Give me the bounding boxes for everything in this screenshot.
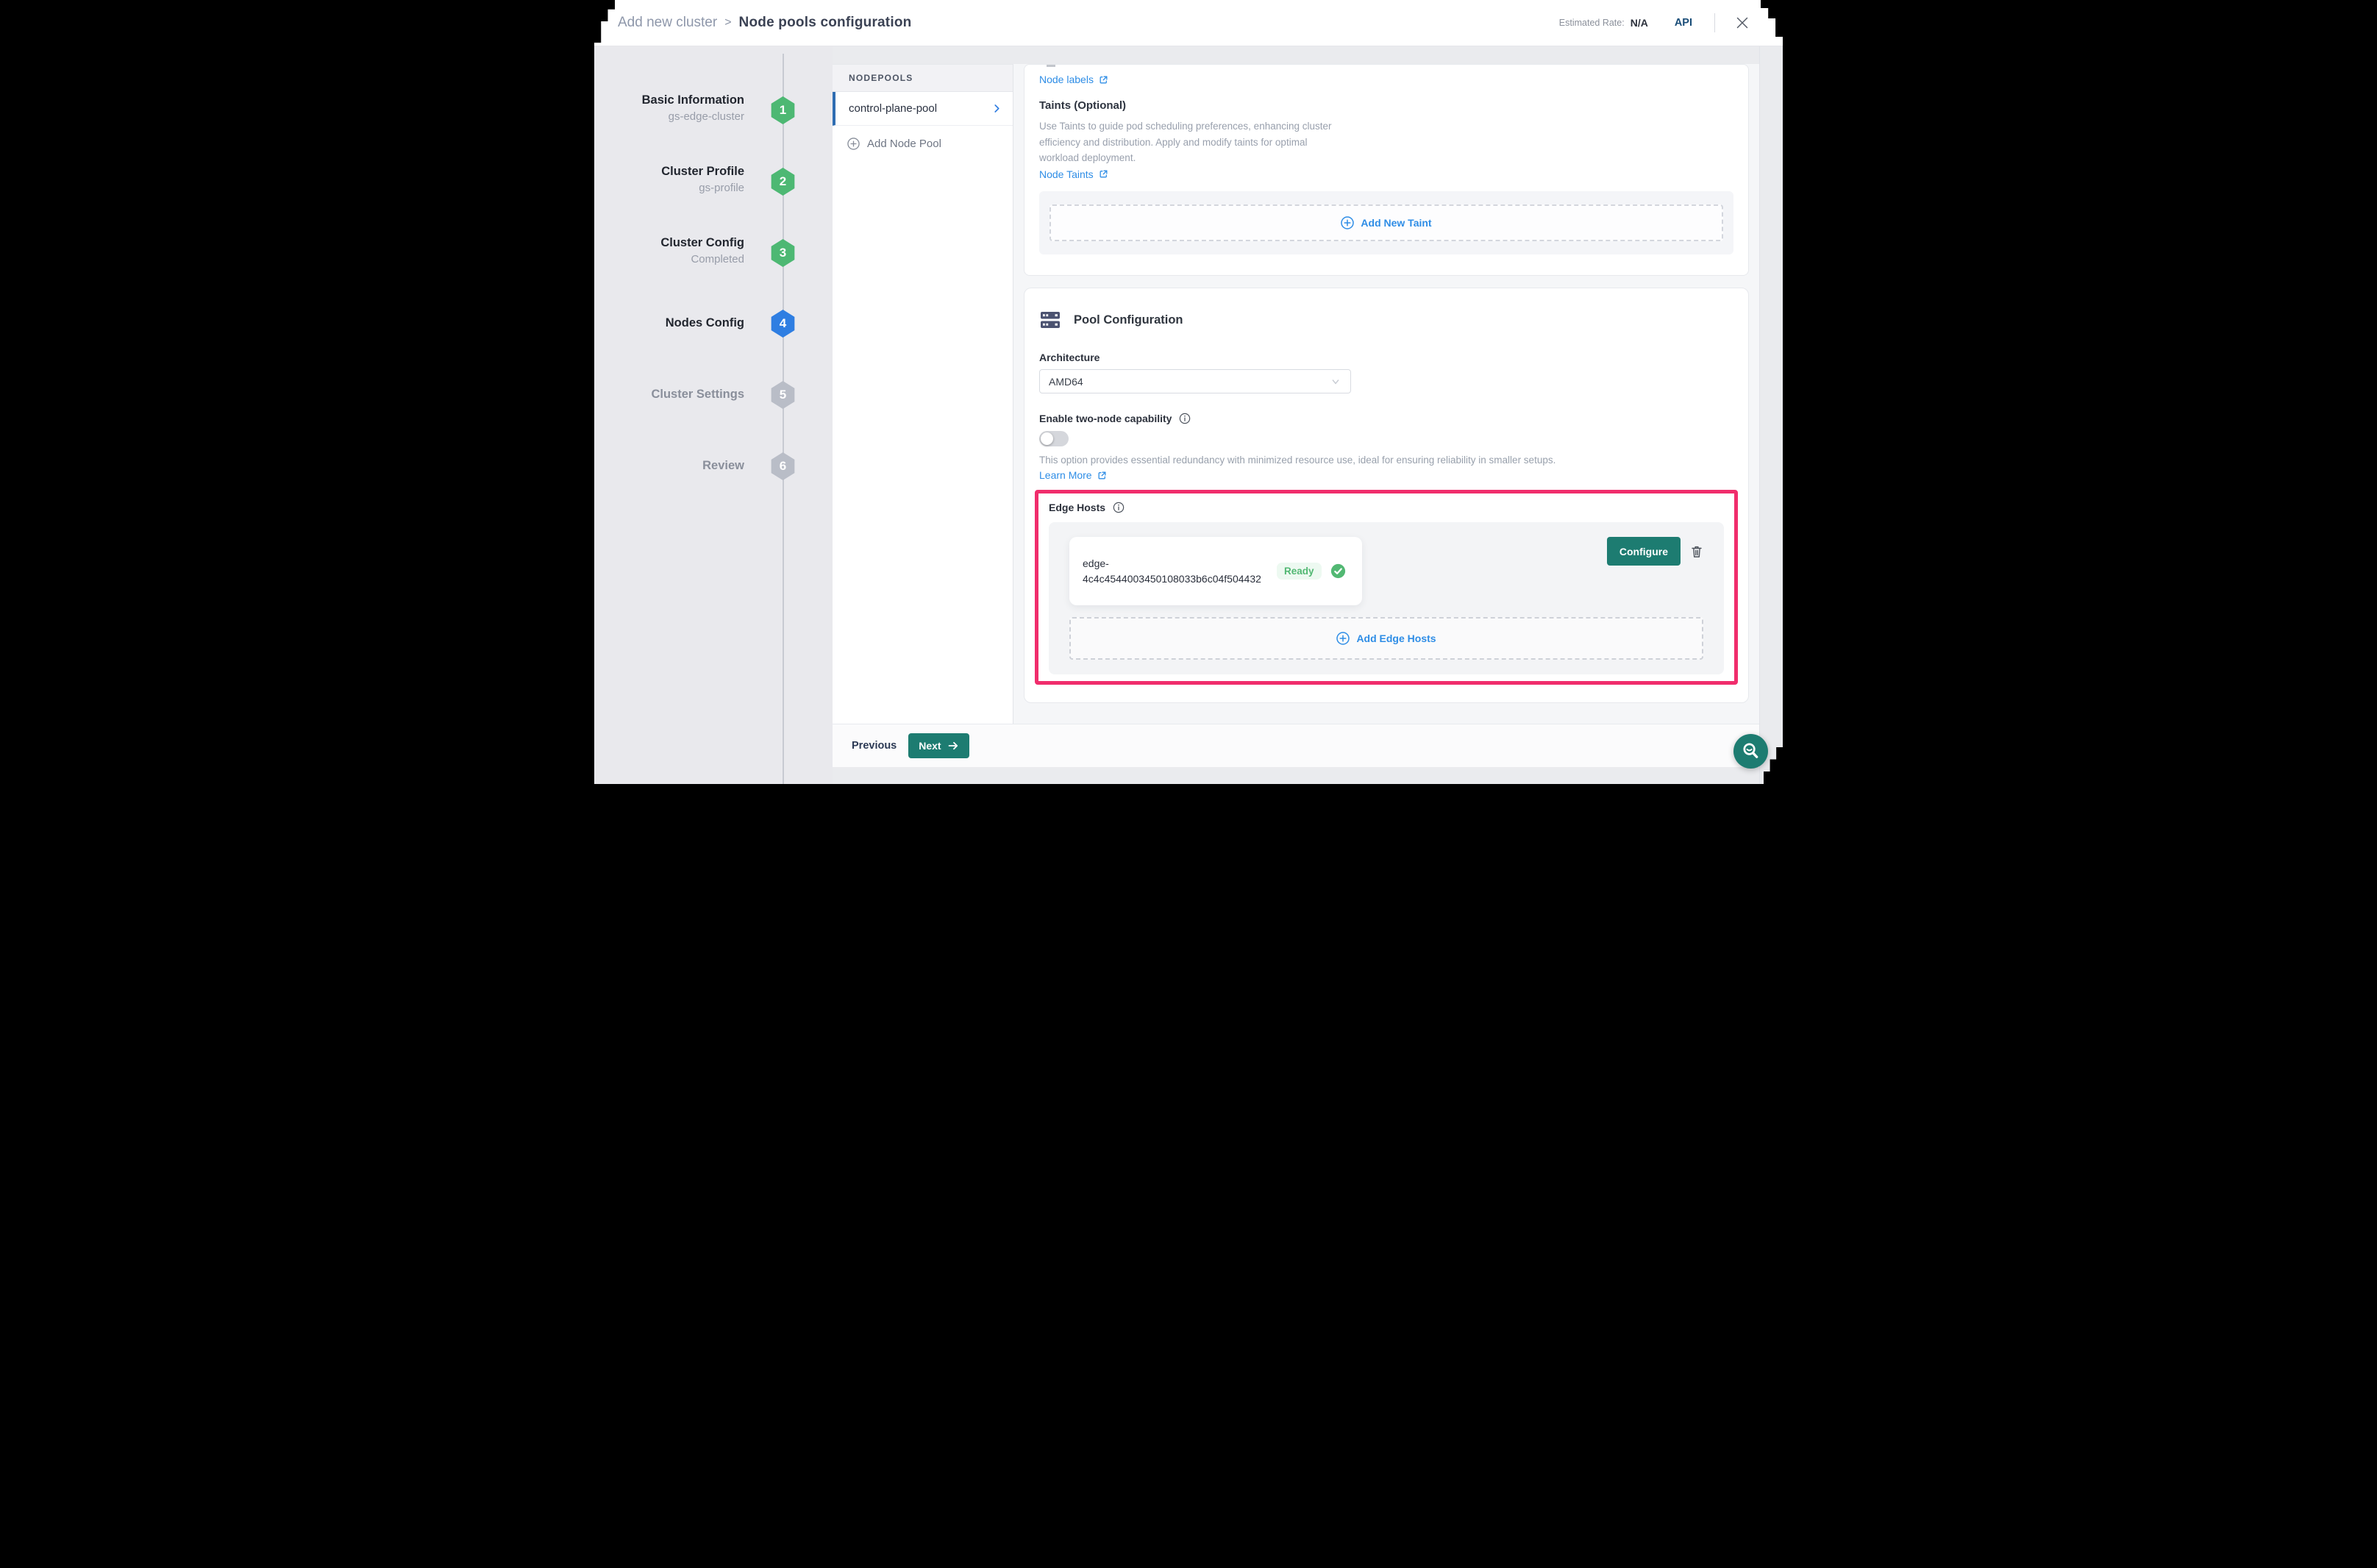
pool-configuration-card: Pool Configuration Architecture AMD64 En… [1024, 288, 1749, 703]
nodepool-name: control-plane-pool [849, 102, 937, 115]
step-number-hexagon[interactable]: 1 [771, 96, 795, 124]
step-subtitle: gs-profile [597, 182, 744, 194]
taints-list-panel: Add New Taint [1039, 191, 1733, 254]
wizard-stepper-sidebar: Basic Information gs-edge-cluster 1 Clus… [594, 46, 833, 784]
page-title: Node pools configuration [739, 15, 912, 31]
two-node-capability-toggle[interactable] [1039, 431, 1069, 446]
taints-section-title: Taints (Optional) [1039, 99, 1733, 112]
pool-configuration-title: Pool Configuration [1074, 313, 1183, 327]
node-labels-link-label: Node labels [1039, 74, 1094, 85]
step-number-hexagon[interactable]: 3 [771, 239, 795, 267]
header-divider [1714, 13, 1715, 32]
right-gutter [1759, 46, 1783, 784]
step-title: Cluster Profile [597, 165, 744, 179]
chevron-right-icon [991, 103, 1002, 114]
chevron-down-icon [1330, 376, 1341, 388]
close-icon[interactable] [1734, 15, 1750, 31]
learn-more-link[interactable]: Learn More [1039, 469, 1107, 481]
node-labels-link[interactable]: Node labels [1039, 74, 1108, 85]
trash-icon[interactable] [1690, 544, 1703, 559]
nodepools-panel: NODEPOOLS control-plane-pool Add Node Po… [833, 64, 1013, 724]
architecture-label: Architecture [1039, 352, 1733, 363]
breadcrumb-parent-link[interactable]: Add new cluster [618, 15, 717, 31]
architecture-selected-value: AMD64 [1049, 376, 1083, 388]
support-search-widget-button[interactable] [1733, 734, 1768, 769]
step-subtitle: gs-edge-cluster [597, 110, 744, 123]
step-subtitle: Completed [597, 253, 744, 266]
wizard-footer: Previous Next [833, 724, 1759, 767]
edge-host-card[interactable]: edge-4c4c4544003450108033b6c04f504432 Re… [1069, 537, 1362, 605]
clipped-scrolled-content [1047, 65, 1055, 67]
wizard-header: Add new cluster > Node pools configurati… [594, 0, 1783, 46]
step-title: Cluster Settings [597, 388, 744, 402]
next-button[interactable]: Next [908, 733, 969, 758]
external-link-icon [1099, 169, 1108, 179]
step-title: Cluster Config [597, 236, 744, 250]
estimated-rate-label: Estimated Rate: [1559, 18, 1625, 28]
learn-more-label: Learn More [1039, 469, 1092, 481]
architecture-select[interactable]: AMD64 [1039, 369, 1351, 393]
status-badge: Ready [1277, 563, 1322, 580]
nodepool-item-control-plane-pool[interactable]: control-plane-pool [833, 92, 1013, 126]
arrow-right-icon [947, 740, 959, 752]
add-new-taint-label: Add New Taint [1361, 217, 1431, 229]
two-node-capability-label: Enable two-node capability [1039, 413, 1172, 424]
info-icon[interactable] [1179, 413, 1191, 424]
edge-hosts-panel: edge-4c4c4544003450108033b6c04f504432 Re… [1049, 522, 1724, 674]
check-circle-icon [1330, 563, 1346, 579]
two-node-description: This option provides essential redundanc… [1039, 455, 1733, 466]
breadcrumb-separator: > [724, 16, 731, 29]
taints-card: Node labels Taints (Optional) Use Taints… [1024, 64, 1749, 276]
node-taints-link-label: Node Taints [1039, 168, 1094, 180]
add-edge-hosts-button[interactable]: Add Edge Hosts [1069, 617, 1703, 660]
main-content: Node labels Taints (Optional) Use Taints… [1013, 64, 1759, 724]
step-number-hexagon[interactable]: 2 [771, 168, 795, 196]
info-icon[interactable] [1113, 502, 1125, 513]
step-number-hexagon[interactable]: 5 [771, 381, 795, 409]
edge-hosts-highlight-box: Edge Hosts edge-4c4c4544003450108033b6c0… [1035, 490, 1738, 685]
edge-host-name: edge-4c4c4544003450108033b6c04f504432 [1083, 556, 1268, 587]
step-title: Nodes Config [597, 316, 744, 330]
nodepools-header: NODEPOOLS [833, 65, 1013, 92]
configure-button[interactable]: Configure [1607, 537, 1681, 566]
server-stack-icon [1039, 309, 1061, 331]
add-new-taint-button[interactable]: Add New Taint [1049, 204, 1723, 241]
plus-circle-icon [847, 138, 860, 150]
add-node-pool-button[interactable]: Add Node Pool [833, 126, 1013, 161]
plus-circle-icon [1341, 216, 1354, 229]
add-edge-hosts-label: Add Edge Hosts [1356, 632, 1436, 644]
api-link[interactable]: API [1675, 17, 1692, 29]
add-new-cluster-wizard: Add new cluster > Node pools configurati… [594, 0, 1783, 784]
next-button-label: Next [919, 740, 941, 752]
taints-description: Use Taints to guide pod scheduling prefe… [1039, 118, 1733, 166]
edge-host-row: edge-4c4c4544003450108033b6c04f504432 Re… [1069, 537, 1703, 605]
stepper-rail [783, 54, 784, 784]
toggle-knob [1041, 432, 1053, 445]
plus-circle-icon [1336, 632, 1350, 645]
edge-hosts-label: Edge Hosts [1049, 502, 1105, 513]
external-link-icon [1099, 75, 1108, 85]
estimated-rate-value: N/A [1631, 17, 1648, 29]
magnifier-smile-icon [1741, 741, 1761, 761]
step-number-hexagon[interactable]: 4 [771, 310, 795, 338]
add-node-pool-label: Add Node Pool [867, 138, 941, 150]
node-taints-link[interactable]: Node Taints [1039, 168, 1108, 180]
step-title: Basic Information [597, 93, 744, 107]
external-link-icon [1097, 471, 1107, 480]
previous-button[interactable]: Previous [852, 740, 897, 752]
step-number-hexagon[interactable]: 6 [771, 452, 795, 480]
step-title: Review [597, 459, 744, 473]
